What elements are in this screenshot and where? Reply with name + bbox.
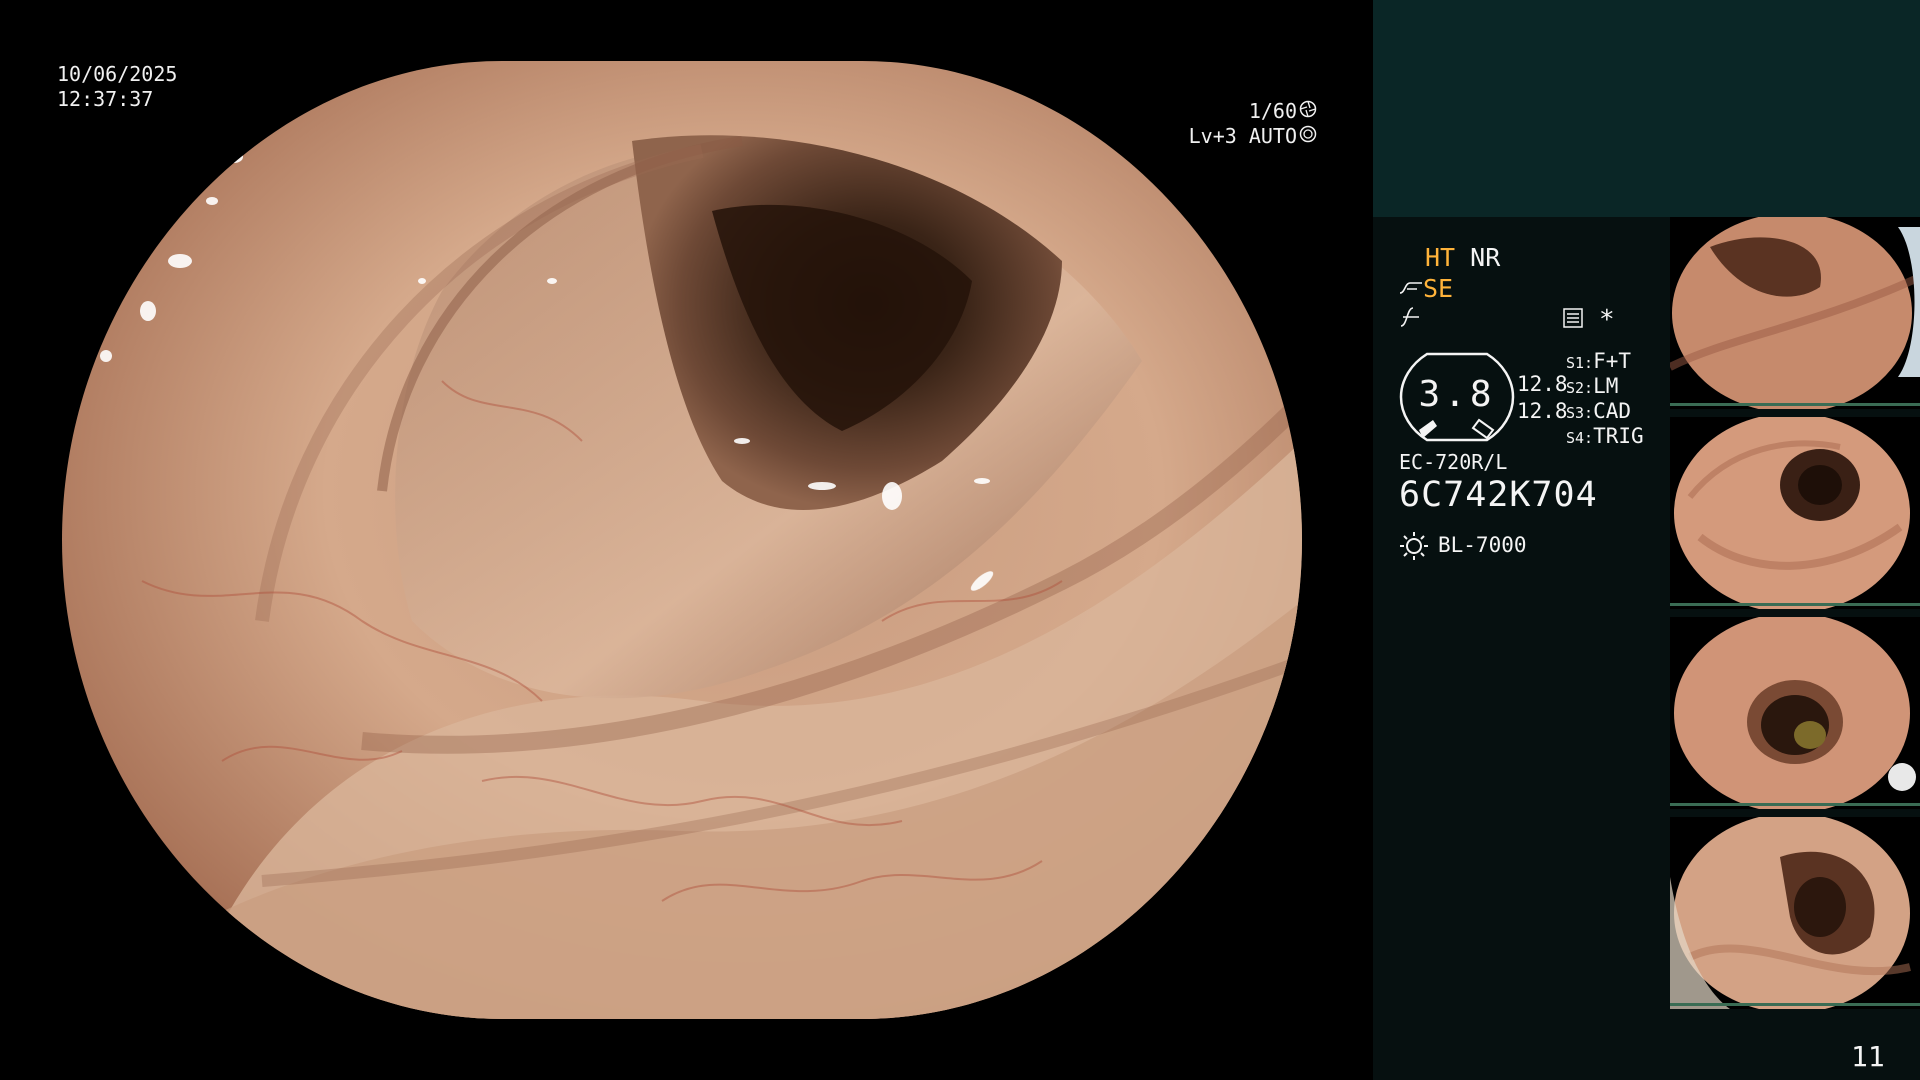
switch-key: S2: bbox=[1566, 379, 1594, 397]
switch-value: F+T bbox=[1593, 349, 1632, 373]
sun-icon bbox=[1400, 532, 1428, 560]
exposure-info: 1/60 Lv+3 AUTO bbox=[1189, 99, 1317, 149]
shutter-aperture-icon bbox=[1299, 100, 1317, 118]
switch-setting-1: S1:F+T bbox=[1566, 349, 1631, 373]
exposure-level-text: Lv+3 AUTO bbox=[1188, 124, 1297, 148]
thumbnail-image bbox=[1670, 217, 1920, 409]
switch-value: CAD bbox=[1593, 399, 1632, 423]
switch-key: S4: bbox=[1566, 429, 1594, 447]
capture-thumbnail-4[interactable] bbox=[1670, 817, 1920, 1009]
thumbnail-image bbox=[1674, 617, 1916, 809]
date-time-display: 10/06/2025 12:37:37 bbox=[57, 62, 177, 112]
scope-model-text: EC-720R/L bbox=[1399, 450, 1508, 474]
switch-value: LM bbox=[1593, 374, 1619, 398]
thumbnail-divider bbox=[1670, 403, 1920, 406]
color-mode-row bbox=[1399, 305, 1423, 334]
color-curve-icon bbox=[1400, 307, 1419, 327]
thumbnail-divider bbox=[1670, 603, 1920, 606]
capture-thumbnail-1[interactable] bbox=[1670, 217, 1920, 409]
auto-exposure-icon bbox=[1299, 125, 1317, 143]
thumbnail-divider bbox=[1670, 1003, 1920, 1006]
switch-key: S1: bbox=[1566, 354, 1594, 372]
switch-setting-2: S2:LM bbox=[1566, 374, 1618, 398]
thumbnail-image bbox=[1670, 817, 1911, 1009]
capture-thumbnail-2[interactable] bbox=[1670, 417, 1920, 609]
scope-serial-text: 6C742K704 bbox=[1399, 475, 1598, 515]
thumbnail-divider bbox=[1670, 803, 1920, 806]
date-text: 10/06/2025 bbox=[57, 62, 178, 86]
magnification-value: 3.8 bbox=[1418, 374, 1496, 415]
time-text: 12:37:37 bbox=[57, 87, 154, 111]
thumbnail-image bbox=[1674, 417, 1910, 609]
switch-value: TRIG bbox=[1593, 424, 1644, 448]
asterisk-indicator: * bbox=[1599, 305, 1615, 335]
light-source-text: BL-7000 bbox=[1438, 533, 1527, 557]
mode-nr: NR bbox=[1470, 243, 1501, 272]
mode-ht: HT bbox=[1425, 243, 1456, 272]
info-side-panel: HT NR SE * 3.8 12.8 12.8 S1:F+T S2:LM S3… bbox=[1373, 0, 1920, 1080]
reading-value-a: 12.8 bbox=[1517, 372, 1568, 396]
frame-number: 11 bbox=[1851, 1040, 1885, 1073]
endoscope-main-view: 10/06/2025 12:37:37 1/60 Lv+3 AUTO bbox=[0, 0, 1373, 1080]
reading-value-b: 12.8 bbox=[1517, 399, 1568, 423]
switch-key: S3: bbox=[1566, 404, 1594, 422]
mode-se: SE bbox=[1423, 274, 1454, 303]
endoscopic-image bbox=[62, 61, 1302, 1019]
structure-enhancement-row: SE bbox=[1399, 274, 1453, 303]
enhancement-curve-icon bbox=[1399, 282, 1422, 294]
capture-thumbnail-3[interactable] bbox=[1670, 617, 1920, 809]
switch-setting-4: S4:TRIG bbox=[1566, 424, 1644, 448]
shutter-speed-text: 1/60 bbox=[1248, 99, 1297, 123]
panel-header-area bbox=[1373, 0, 1920, 217]
settings-list-icon bbox=[1563, 308, 1583, 328]
switch-setting-3: S3:CAD bbox=[1566, 399, 1631, 423]
mode-indicators-row: HT NR bbox=[1425, 243, 1500, 272]
